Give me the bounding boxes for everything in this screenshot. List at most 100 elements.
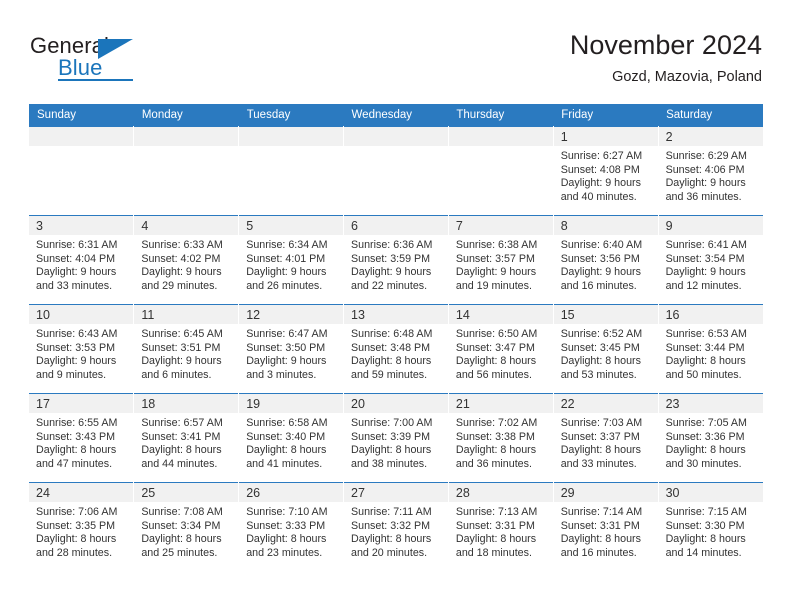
sunset-text: Sunset: 3:31 PM xyxy=(560,519,640,532)
calendar-day-cell[interactable]: 3 Sunrise: 6:31 AM Sunset: 4:04 PM Dayli… xyxy=(29,215,135,305)
calendar-day-cell[interactable] xyxy=(238,126,345,216)
calendar-day-cell[interactable]: 2 Sunrise: 6:29 AM Sunset: 4:06 PM Dayli… xyxy=(658,126,763,216)
calendar-day-cell[interactable]: 14 Sunrise: 6:50 AM Sunset: 3:47 PM Dayl… xyxy=(448,304,554,394)
calendar-day-cell[interactable]: 15 Sunrise: 6:52 AM Sunset: 3:45 PM Dayl… xyxy=(553,304,659,394)
sunrise-text: Sunrise: 7:10 AM xyxy=(246,506,328,518)
sunrise-text: Sunrise: 6:58 AM xyxy=(246,417,328,429)
day-number xyxy=(239,127,344,146)
sunrise-text: Sunrise: 6:50 AM xyxy=(455,328,538,340)
day-number: 18 xyxy=(134,394,239,413)
day-number: 29 xyxy=(553,483,658,502)
calendar-day-cell[interactable]: 1 Sunrise: 6:27 AM Sunset: 4:08 PM Dayli… xyxy=(553,126,659,216)
sunset-text: Sunset: 3:37 PM xyxy=(560,430,640,443)
day-number: 26 xyxy=(239,483,344,502)
sunset-text: Sunset: 3:36 PM xyxy=(665,430,745,443)
day-details: Sunrise: 7:06 AM Sunset: 3:35 PM Dayligh… xyxy=(29,502,133,560)
day-number: 7 xyxy=(448,216,553,235)
calendar-day-cell[interactable]: 4 Sunrise: 6:33 AM Sunset: 4:02 PM Dayli… xyxy=(133,215,240,305)
day-number: 5 xyxy=(239,216,344,235)
calendar-day-cell[interactable] xyxy=(29,126,135,216)
sunrise-text: Sunrise: 6:52 AM xyxy=(560,328,643,340)
calendar-day-cell[interactable] xyxy=(343,126,449,216)
calendar-page: General Blue November 2024 Gozd, Mazovia… xyxy=(0,0,792,612)
day-details: Sunrise: 6:33 AM Sunset: 4:02 PM Dayligh… xyxy=(134,235,238,293)
sunrise-text: Sunrise: 7:11 AM xyxy=(351,506,432,518)
calendar-day-cell[interactable]: 27 Sunrise: 7:11 AM Sunset: 3:32 PM Dayl… xyxy=(343,482,449,572)
sunset-text: Sunset: 4:08 PM xyxy=(560,163,640,176)
calendar-day-cell[interactable]: 19 Sunrise: 6:58 AM Sunset: 3:40 PM Dayl… xyxy=(238,393,345,483)
calendar-day-cell[interactable]: 12 Sunrise: 6:47 AM Sunset: 3:50 PM Dayl… xyxy=(238,304,345,394)
weekday-header-thursday: Thursday xyxy=(448,104,554,127)
sunset-text: Sunset: 4:06 PM xyxy=(665,163,745,176)
calendar-day-cell[interactable]: 26 Sunrise: 7:10 AM Sunset: 3:33 PM Dayl… xyxy=(238,482,345,572)
calendar-day-cell[interactable]: 11 Sunrise: 6:45 AM Sunset: 3:51 PM Dayl… xyxy=(133,304,240,394)
daylight-text: Daylight: 8 hours and 16 minutes. xyxy=(560,533,641,559)
sunset-text: Sunset: 3:47 PM xyxy=(455,341,535,354)
calendar-day-cell[interactable]: 24 Sunrise: 7:06 AM Sunset: 3:35 PM Dayl… xyxy=(29,482,135,572)
calendar-day-cell[interactable]: 25 Sunrise: 7:08 AM Sunset: 3:34 PM Dayl… xyxy=(133,482,240,572)
calendar-day-cell[interactable]: 30 Sunrise: 7:15 AM Sunset: 3:30 PM Dayl… xyxy=(658,482,763,572)
calendar-day-cell[interactable]: 17 Sunrise: 6:55 AM Sunset: 3:43 PM Dayl… xyxy=(29,393,135,483)
daylight-text: Daylight: 8 hours and 47 minutes. xyxy=(36,444,117,470)
day-details: Sunrise: 6:57 AM Sunset: 3:41 PM Dayligh… xyxy=(134,413,238,471)
calendar-day-cell[interactable]: 8 Sunrise: 6:40 AM Sunset: 3:56 PM Dayli… xyxy=(553,215,659,305)
sunrise-text: Sunrise: 7:05 AM xyxy=(665,417,747,429)
day-details: Sunrise: 7:13 AM Sunset: 3:31 PM Dayligh… xyxy=(449,502,553,560)
sunset-text: Sunset: 4:01 PM xyxy=(246,252,326,265)
daylight-text: Daylight: 8 hours and 30 minutes. xyxy=(665,444,746,470)
calendar-day-cell[interactable]: 28 Sunrise: 7:13 AM Sunset: 3:31 PM Dayl… xyxy=(448,482,554,572)
sunrise-text: Sunrise: 7:15 AM xyxy=(665,506,747,518)
daylight-text: Daylight: 8 hours and 18 minutes. xyxy=(455,533,537,559)
calendar-week-row: 3 Sunrise: 6:31 AM Sunset: 4:04 PM Dayli… xyxy=(29,215,763,305)
calendar-day-cell[interactable]: 5 Sunrise: 6:34 AM Sunset: 4:01 PM Dayli… xyxy=(238,215,345,305)
calendar-day-cell[interactable]: 20 Sunrise: 7:00 AM Sunset: 3:39 PM Dayl… xyxy=(343,393,449,483)
sunset-text: Sunset: 3:30 PM xyxy=(665,519,745,532)
calendar-day-cell[interactable]: 22 Sunrise: 7:03 AM Sunset: 3:37 PM Dayl… xyxy=(553,393,659,483)
calendar-day-cell[interactable]: 29 Sunrise: 7:14 AM Sunset: 3:31 PM Dayl… xyxy=(553,482,659,572)
day-number: 25 xyxy=(134,483,239,502)
day-details: Sunrise: 6:52 AM Sunset: 3:45 PM Dayligh… xyxy=(554,324,658,382)
calendar-day-cell[interactable]: 18 Sunrise: 6:57 AM Sunset: 3:41 PM Dayl… xyxy=(133,393,240,483)
sunset-text: Sunset: 3:56 PM xyxy=(560,252,640,265)
sunrise-text: Sunrise: 6:36 AM xyxy=(351,239,433,251)
day-details: Sunrise: 7:00 AM Sunset: 3:39 PM Dayligh… xyxy=(344,413,448,471)
calendar-day-cell[interactable]: 16 Sunrise: 6:53 AM Sunset: 3:44 PM Dayl… xyxy=(658,304,763,394)
day-number: 30 xyxy=(658,483,763,502)
sunrise-text: Sunrise: 6:33 AM xyxy=(141,239,223,251)
day-details: Sunrise: 6:38 AM Sunset: 3:57 PM Dayligh… xyxy=(449,235,553,293)
day-number: 17 xyxy=(29,394,134,413)
brand-logo[interactable]: General Blue xyxy=(30,34,160,88)
sunset-text: Sunset: 3:34 PM xyxy=(141,519,221,532)
calendar-day-cell[interactable]: 9 Sunrise: 6:41 AM Sunset: 3:54 PM Dayli… xyxy=(658,215,763,305)
triangle-flag-icon xyxy=(98,39,133,59)
sunrise-text: Sunrise: 6:31 AM xyxy=(36,239,118,251)
daylight-text: Daylight: 9 hours and 12 minutes. xyxy=(665,266,746,292)
daylight-text: Daylight: 9 hours and 19 minutes. xyxy=(455,266,537,292)
calendar-day-cell[interactable] xyxy=(133,126,240,216)
sunset-text: Sunset: 3:43 PM xyxy=(36,430,116,443)
weekday-header-row: Sunday Monday Tuesday Wednesday Thursday… xyxy=(29,104,763,127)
calendar-day-cell[interactable]: 13 Sunrise: 6:48 AM Sunset: 3:48 PM Dayl… xyxy=(343,304,449,394)
sunset-text: Sunset: 3:39 PM xyxy=(351,430,431,443)
daylight-text: Daylight: 8 hours and 41 minutes. xyxy=(246,444,327,470)
calendar-day-cell[interactable]: 21 Sunrise: 7:02 AM Sunset: 3:38 PM Dayl… xyxy=(448,393,554,483)
page-title: November 2024 xyxy=(569,30,762,60)
calendar-day-cell[interactable]: 10 Sunrise: 6:43 AM Sunset: 3:53 PM Dayl… xyxy=(29,304,135,394)
calendar-day-cell[interactable]: 6 Sunrise: 6:36 AM Sunset: 3:59 PM Dayli… xyxy=(343,215,449,305)
day-number: 1 xyxy=(553,127,658,146)
calendar-week-row: 1 Sunrise: 6:27 AM Sunset: 4:08 PM Dayli… xyxy=(29,126,763,216)
sunrise-text: Sunrise: 7:14 AM xyxy=(560,506,643,518)
calendar-day-cell[interactable]: 7 Sunrise: 6:38 AM Sunset: 3:57 PM Dayli… xyxy=(448,215,554,305)
sunrise-text: Sunrise: 6:55 AM xyxy=(36,417,118,429)
daylight-text: Daylight: 8 hours and 23 minutes. xyxy=(246,533,327,559)
sunrise-text: Sunrise: 7:00 AM xyxy=(351,417,433,429)
sunset-text: Sunset: 3:59 PM xyxy=(351,252,431,265)
sunset-text: Sunset: 3:41 PM xyxy=(141,430,221,443)
calendar-day-cell[interactable] xyxy=(448,126,554,216)
day-number: 4 xyxy=(134,216,239,235)
calendar-week-row: 17 Sunrise: 6:55 AM Sunset: 3:43 PM Dayl… xyxy=(29,393,763,483)
weekday-header-wednesday: Wednesday xyxy=(343,104,449,127)
sunrise-text: Sunrise: 7:02 AM xyxy=(455,417,538,429)
daylight-text: Daylight: 8 hours and 50 minutes. xyxy=(665,355,746,381)
calendar-day-cell[interactable]: 23 Sunrise: 7:05 AM Sunset: 3:36 PM Dayl… xyxy=(658,393,763,483)
